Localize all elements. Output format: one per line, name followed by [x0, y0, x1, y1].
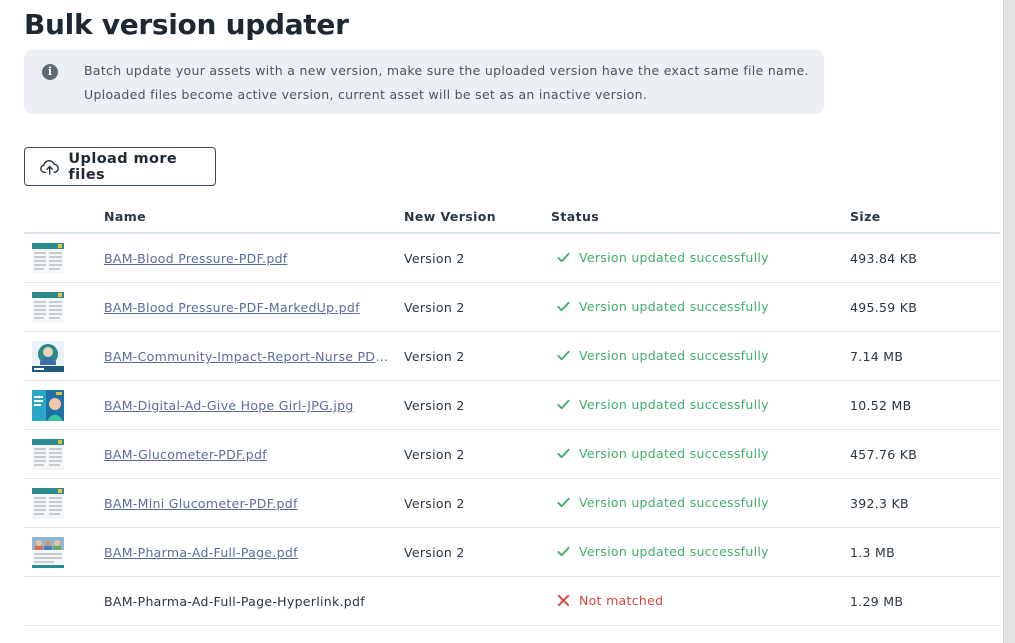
new-version: Version 2 — [404, 349, 465, 364]
status-text: Version updated successfully — [579, 495, 769, 510]
table-row: BAM-Glucometer-PDF.pdf Version 2 Version u… — [24, 430, 1000, 479]
info-banner: i Batch update your assets with a new ve… — [24, 50, 824, 114]
upload-more-files-button[interactable]: Upload more files — [24, 147, 216, 186]
file-name-link[interactable]: BAM-Glucometer-PDF.pdf — [104, 447, 388, 462]
file-name-link[interactable]: BAM-Blood Pressure-PDF.pdf — [104, 251, 388, 266]
check-icon — [557, 301, 570, 312]
status-success: Version updated successfully — [556, 397, 769, 412]
file-name: BAM-Pharma-Ad-Full-Page-Hyperlink.pdf — [104, 594, 365, 609]
file-size: 392.3 KB — [850, 496, 909, 511]
status-text: Version updated successfully — [579, 544, 769, 559]
status-success: Version updated successfully — [556, 299, 769, 314]
table-row: BAM-Community-Impact-Report-Nurse PDF.pd… — [24, 332, 1000, 381]
upload-button-label: Upload more files — [68, 150, 178, 183]
table-row: BAM-Pharma-Ad-Full-Page-Hyperlink.pdf Not… — [24, 577, 1000, 626]
status-text: Not matched — [579, 593, 664, 608]
info-text-line-1: Batch update your assets with a new vers… — [84, 63, 809, 78]
table-row: BAM-Blood Pressure-PDF-MarkedUp.pdf Versi… — [24, 283, 1000, 332]
close-icon — [557, 594, 570, 607]
info-text-line-2: Uploaded files become active version, cu… — [84, 87, 648, 102]
status-text: Version updated successfully — [579, 299, 769, 314]
file-thumbnail — [32, 488, 64, 519]
header-size[interactable]: Size — [850, 209, 881, 224]
header-new-version[interactable]: New Version — [404, 209, 496, 224]
check-icon — [557, 546, 570, 557]
file-name-link[interactable]: BAM-Pharma-Ad-Full-Page.pdf — [104, 545, 388, 560]
table-row: BAM-Pharma-Ad-Full-Page.pdf Version 2 Vers… — [24, 528, 1000, 577]
file-thumbnail — [32, 341, 64, 372]
new-version: Version 2 — [404, 496, 465, 511]
status-text: Version updated successfully — [579, 348, 769, 363]
file-size: 493.84 KB — [850, 251, 918, 266]
scrollbar[interactable] — [1003, 0, 1015, 643]
info-icon: i — [42, 64, 58, 80]
file-size: 1.29 MB — [850, 594, 904, 609]
check-icon — [557, 448, 570, 459]
status-success: Version updated successfully — [556, 348, 769, 363]
new-version: Version 2 — [404, 300, 465, 315]
file-thumbnail — [32, 439, 64, 470]
status-error: Not matched — [556, 593, 663, 608]
status-success: Version updated successfully — [556, 495, 769, 510]
file-name-link[interactable]: BAM-Digital-Ad-Give Hope Girl-JPG.jpg — [104, 398, 388, 413]
file-thumbnail — [32, 243, 64, 274]
page-title: Bulk version updater — [24, 8, 349, 41]
check-icon — [557, 252, 570, 263]
new-version: Version 2 — [404, 447, 465, 462]
header-status[interactable]: Status — [551, 209, 599, 224]
new-version: Version 2 — [404, 398, 465, 413]
file-thumbnail — [32, 537, 64, 568]
table-header: Name New Version Status Size — [24, 200, 1000, 234]
files-table: Name New Version Status Size BAM-Blood P… — [24, 200, 1000, 626]
status-text: Version updated successfully — [579, 397, 769, 412]
file-size: 7.14 MB — [850, 349, 904, 364]
file-size: 10.52 MB — [850, 398, 912, 413]
status-text: Version updated successfully — [579, 446, 769, 461]
file-name-link[interactable]: BAM-Community-Impact-Report-Nurse PDF.pd… — [104, 349, 388, 364]
table-body: BAM-Blood Pressure-PDF.pdf Version 2 Versi… — [24, 234, 1000, 626]
header-name[interactable]: Name — [104, 209, 146, 224]
file-name-link[interactable]: BAM-Mini Glucometer-PDF.pdf — [104, 496, 388, 511]
check-icon — [557, 350, 570, 361]
status-text: Version updated successfully — [579, 250, 769, 265]
check-icon — [557, 399, 570, 410]
status-success: Version updated successfully — [556, 544, 769, 559]
status-success: Version updated successfully — [556, 250, 769, 265]
check-icon — [557, 497, 570, 508]
status-success: Version updated successfully — [556, 446, 769, 461]
new-version: Version 2 — [404, 251, 465, 266]
table-row: BAM-Blood Pressure-PDF.pdf Version 2 Versi… — [24, 234, 1000, 283]
table-row: BAM-Mini Glucometer-PDF.pdf Version 2 Vers… — [24, 479, 1000, 528]
file-thumbnail — [32, 292, 64, 323]
file-thumbnail — [32, 390, 64, 421]
file-size: 1.3 MB — [850, 545, 896, 560]
file-size: 457.76 KB — [850, 447, 918, 462]
new-version: Version 2 — [404, 545, 465, 560]
cloud-upload-icon — [40, 159, 59, 175]
table-row: BAM-Digital-Ad-Give Hope Girl-JPG.jpg Ver… — [24, 381, 1000, 430]
file-size: 495.59 KB — [850, 300, 918, 315]
file-name-link[interactable]: BAM-Blood Pressure-PDF-MarkedUp.pdf — [104, 300, 388, 315]
